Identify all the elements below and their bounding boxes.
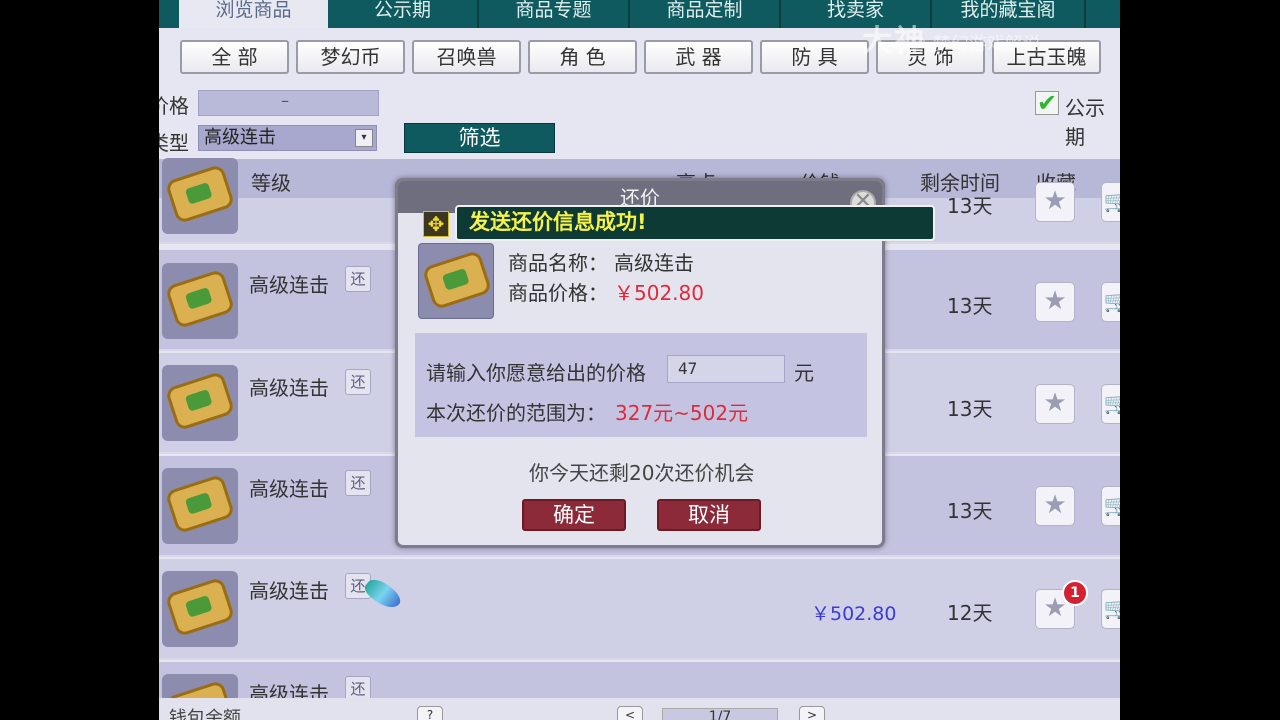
range-value: 327元~502元 bbox=[615, 401, 749, 425]
item-name: 高级连击 bbox=[249, 376, 329, 400]
page-indicator: 1/7 bbox=[662, 708, 778, 720]
scroll-item-icon bbox=[162, 158, 238, 234]
cancel-button[interactable]: 取消 bbox=[657, 499, 761, 531]
offer-prompt: 请输入你愿意给出的价格 bbox=[426, 361, 646, 385]
wallet-balance-label: 钱包余额 bbox=[169, 708, 241, 720]
offer-panel: 请输入你愿意给出的价格 47 元 本次还价的范围为： 327元~502元 bbox=[415, 333, 867, 437]
move-icon: ✥ bbox=[423, 211, 449, 237]
remaining-chances: 你今天还剩20次还价机会 bbox=[529, 461, 755, 485]
tab-public[interactable]: 公示期 bbox=[328, 0, 479, 28]
offer-unit: 元 bbox=[794, 361, 814, 385]
price-label: 价格 bbox=[159, 94, 189, 118]
remaining-time: 13天 bbox=[947, 499, 993, 523]
tab-topics[interactable]: 商品专题 bbox=[479, 0, 630, 28]
item-name: 高级连击 bbox=[249, 477, 329, 501]
remaining-time: 13天 bbox=[947, 397, 993, 421]
star-icon[interactable]: ★ bbox=[1035, 384, 1075, 424]
category-summon[interactable]: 召唤兽 bbox=[412, 40, 521, 74]
watermark-text: @ 梦幻游戏解说 bbox=[909, 34, 1041, 55]
table-row[interactable]: 高级连击 还 bbox=[159, 662, 1120, 720]
help-button[interactable]: ? bbox=[417, 706, 443, 720]
haggle-tag: 还 bbox=[345, 470, 371, 496]
confirm-button[interactable]: 确定 bbox=[522, 499, 626, 531]
scroll-item-icon bbox=[418, 243, 494, 319]
item-name-value: 高级连击 bbox=[614, 251, 694, 275]
table-row[interactable]: 高级连击 还 ￥502.80 12天 ★ 🛒 bbox=[159, 559, 1120, 660]
category-armor[interactable]: 防 具 bbox=[760, 40, 869, 74]
prev-page-button[interactable]: < bbox=[617, 706, 643, 720]
star-icon[interactable]: ★ bbox=[1035, 486, 1075, 526]
haggle-tag: 还 bbox=[345, 369, 371, 395]
footer-bar: 钱包余额 ? < 1/7 > bbox=[159, 698, 1120, 720]
tab-browse[interactable]: 浏览商品 bbox=[179, 0, 328, 28]
cbg-window: 浏览商品 公示期 商品专题 商品定制 找卖家 我的藏宝阁 全 部 梦幻币 召唤兽… bbox=[159, 0, 1120, 720]
item-name-label: 商品名称： bbox=[508, 251, 608, 275]
item-price: ￥502.80 bbox=[811, 603, 897, 625]
category-all[interactable]: 全 部 bbox=[180, 40, 289, 74]
type-select[interactable]: 高级连击 ▾ bbox=[198, 125, 377, 151]
scroll-item-icon bbox=[162, 365, 238, 441]
type-label: 类型 bbox=[159, 131, 189, 155]
item-name: 高级连击 bbox=[249, 273, 329, 297]
notification-badge: 1 bbox=[1062, 580, 1088, 606]
price-dash: – bbox=[281, 91, 289, 110]
range-label: 本次还价的范围为： bbox=[426, 401, 606, 425]
remaining-time: 12天 bbox=[947, 601, 993, 625]
offer-price-input[interactable]: 47 bbox=[667, 355, 785, 383]
item-price-label: 商品价格： bbox=[508, 281, 608, 305]
star-icon[interactable]: ★ bbox=[1035, 182, 1075, 222]
type-select-value: 高级连击 bbox=[204, 127, 276, 148]
cart-icon[interactable]: 🛒 bbox=[1101, 384, 1120, 424]
cart-icon[interactable]: 🛒 bbox=[1101, 486, 1120, 526]
counter-offer-dialog: 还价 ✕ ✥ 发送还价信息成功! 商品名称： 高级连击 商品价格： ￥502.8… bbox=[395, 178, 935, 548]
tab-custom[interactable]: 商品定制 bbox=[630, 0, 781, 28]
public-checkbox-label: 公示期 bbox=[1065, 96, 1105, 149]
tab-my-cbg[interactable]: 我的藏宝阁 bbox=[932, 0, 1086, 28]
cart-icon[interactable]: 🛒 bbox=[1101, 589, 1120, 629]
scroll-item-icon bbox=[162, 468, 238, 544]
success-toast: 发送还价信息成功! bbox=[455, 205, 935, 241]
public-checkbox[interactable]: ✔ bbox=[1035, 91, 1059, 115]
chevron-down-icon[interactable]: ▾ bbox=[355, 129, 373, 147]
remaining-time: 13天 bbox=[947, 294, 993, 318]
top-tabs: 浏览商品 公示期 商品专题 商品定制 找卖家 我的藏宝阁 bbox=[159, 0, 1120, 28]
category-weapon[interactable]: 武 器 bbox=[644, 40, 753, 74]
category-coins[interactable]: 梦幻币 bbox=[296, 40, 405, 74]
cart-icon[interactable]: 🛒 bbox=[1101, 182, 1120, 222]
haggle-tag: 还 bbox=[345, 266, 371, 292]
price-range-input[interactable]: – bbox=[198, 90, 379, 116]
cart-icon[interactable]: 🛒 bbox=[1101, 282, 1120, 322]
next-page-button[interactable]: > bbox=[799, 706, 825, 720]
item-name: 高级连击 bbox=[249, 579, 329, 603]
scroll-item-icon bbox=[162, 263, 238, 339]
scroll-item-icon bbox=[162, 571, 238, 647]
filter-button[interactable]: 筛选 bbox=[404, 123, 555, 153]
category-character[interactable]: 角 色 bbox=[528, 40, 637, 74]
remaining-time: 13天 bbox=[947, 194, 993, 218]
star-icon[interactable]: ★ bbox=[1035, 282, 1075, 322]
header-level: 等级 bbox=[251, 171, 291, 195]
item-price-value: ￥502.80 bbox=[614, 281, 704, 305]
